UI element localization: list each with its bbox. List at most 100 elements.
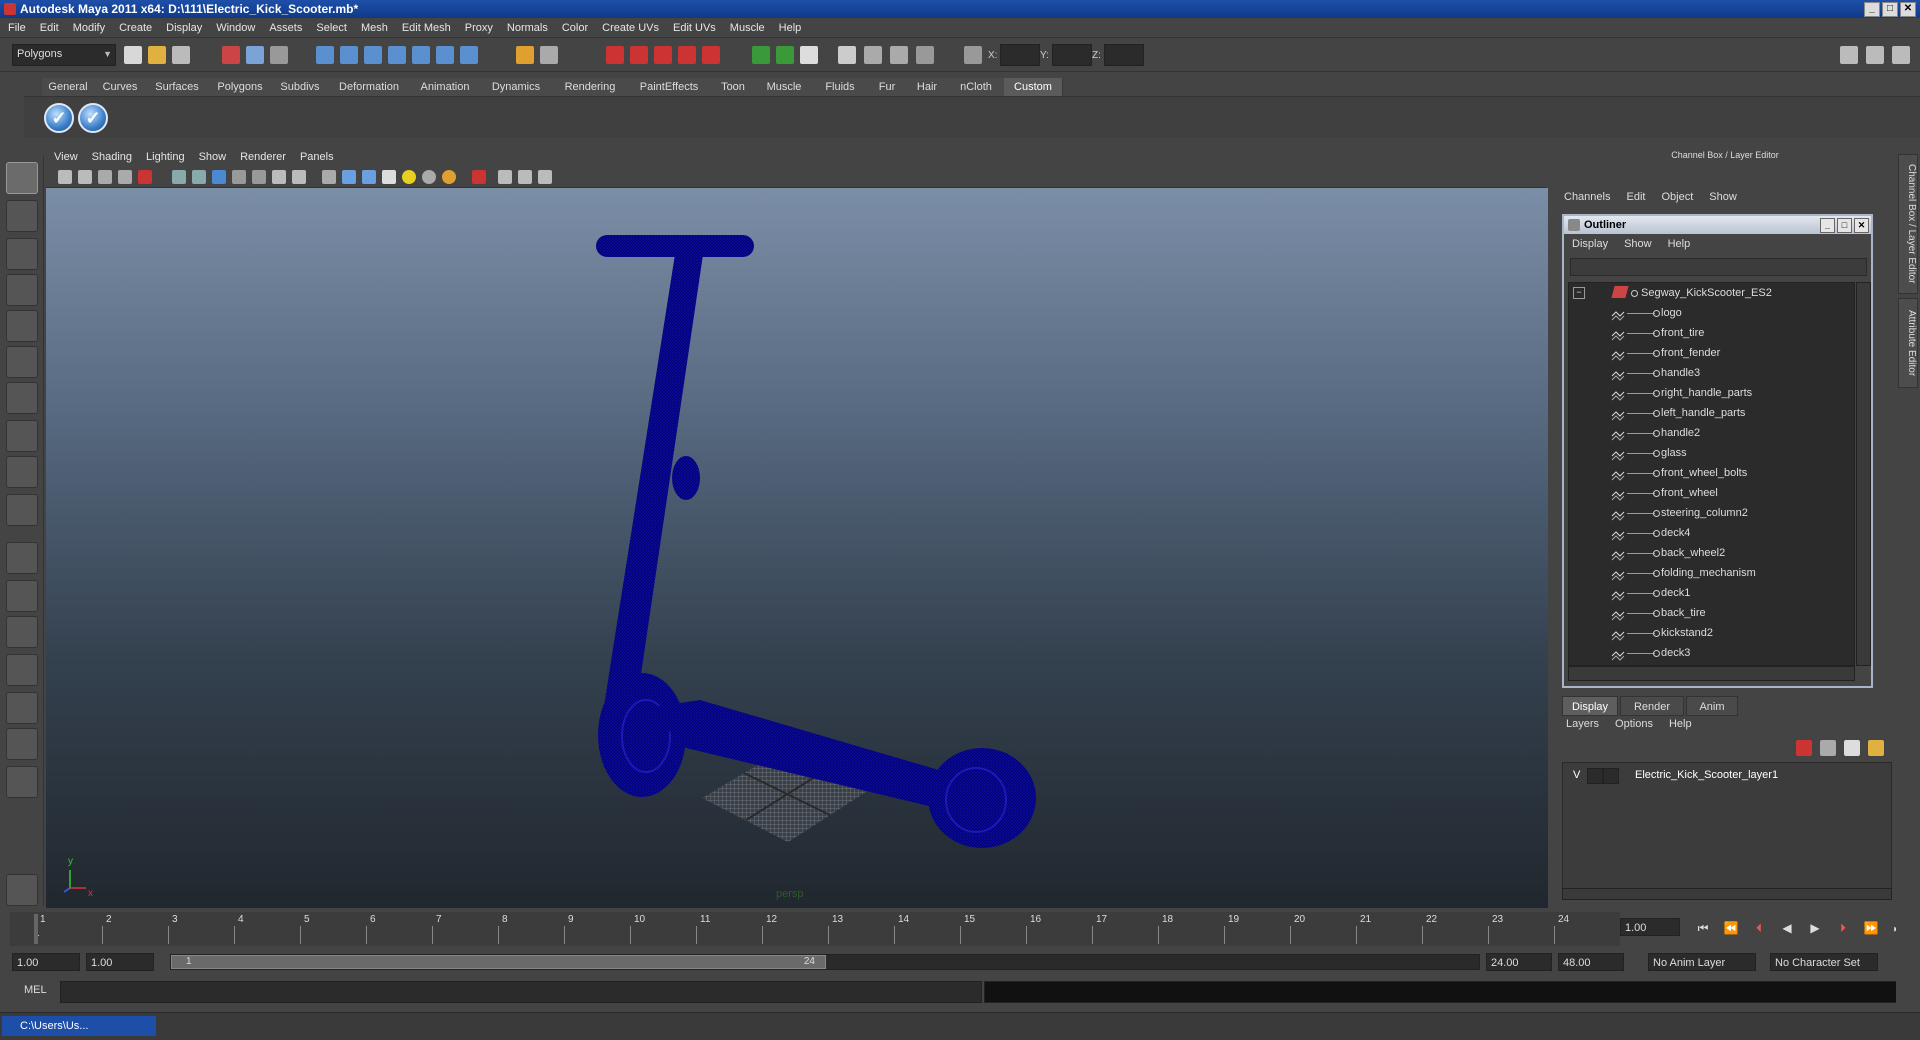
outliner-item[interactable]: steering_column2: [1569, 503, 1854, 523]
minimize-icon[interactable]: _: [1864, 2, 1880, 17]
safe-title-icon[interactable]: [272, 170, 286, 184]
select-object-icon[interactable]: [246, 46, 264, 64]
time-cursor[interactable]: [34, 914, 38, 944]
rename-icon[interactable]: [776, 46, 794, 64]
soft-mod-tool-icon[interactable]: [6, 420, 38, 452]
toggle-outliner-icon[interactable]: [1866, 46, 1884, 64]
y-field[interactable]: [1052, 44, 1092, 66]
layer-options-icon[interactable]: [1844, 740, 1860, 756]
playback-end-field[interactable]: 24.00: [1486, 953, 1552, 971]
persp-graph-layout-icon[interactable]: [6, 654, 38, 686]
scooter-wireframe-model[interactable]: [46, 188, 1548, 908]
snap-view-icon[interactable]: [436, 46, 454, 64]
maximize-icon[interactable]: □: [1882, 2, 1898, 17]
maximize-icon[interactable]: □: [1837, 218, 1852, 233]
layer-row[interactable]: V Electric_Kick_Scooter_layer1: [1565, 765, 1885, 785]
select-component-icon[interactable]: [270, 46, 288, 64]
last-tool-icon[interactable]: [6, 494, 38, 526]
outliner-item[interactable]: front_wheel_bolts: [1569, 463, 1854, 483]
lasso-tool-icon[interactable]: [6, 200, 38, 232]
lock-icon[interactable]: [516, 46, 534, 64]
textured-icon[interactable]: [382, 170, 396, 184]
snap-grid-icon[interactable]: [316, 46, 334, 64]
render-icon[interactable]: [606, 46, 624, 64]
snap-live-icon[interactable]: [460, 46, 478, 64]
outliner-menu-help[interactable]: Help: [1668, 238, 1691, 250]
use-all-lights-icon[interactable]: [402, 170, 416, 184]
current-frame-field[interactable]: 1.00: [1620, 918, 1680, 936]
step-back-frame-icon[interactable]: ⏴: [1750, 920, 1768, 936]
layer-tab-display[interactable]: Display: [1562, 696, 1618, 716]
outliner-titlebar[interactable]: Outliner _ □ ✕: [1564, 216, 1871, 234]
menu-select[interactable]: Select: [316, 22, 347, 34]
shelf-tab-subdivs[interactable]: Subdivs: [272, 78, 329, 96]
viewport-menu-renderer[interactable]: Renderer: [240, 151, 286, 163]
open-scene-icon[interactable]: [148, 46, 166, 64]
hypershade-layout-icon[interactable]: [6, 692, 38, 724]
outliner-menu-show[interactable]: Show: [1624, 238, 1652, 250]
range-slider-thumb[interactable]: 1 24: [171, 955, 826, 969]
film-gate-icon[interactable]: [172, 170, 186, 184]
shelf-tab-ncloth[interactable]: nCloth: [948, 78, 1005, 96]
settings-icon[interactable]: [6, 874, 38, 906]
shelf-tab-painteffects[interactable]: PaintEffects: [628, 78, 711, 96]
outliner-item[interactable]: folding_mechanism: [1569, 563, 1854, 583]
move-tool-icon[interactable]: [6, 274, 38, 306]
outliner-item[interactable]: back_tire: [1569, 603, 1854, 623]
wireframe-on-shaded-icon[interactable]: [362, 170, 376, 184]
paint-select-tool-icon[interactable]: [6, 238, 38, 270]
time-slider[interactable]: 1 2 3 4 5 6 7 8 9 10 11 12 13 14 15 16 17 18 19 20 21 22 23 24 …: [10, 912, 1620, 946]
outliner-item[interactable]: handle3: [1569, 363, 1854, 383]
menu-edit[interactable]: Edit: [40, 22, 59, 34]
outliner-filter-field[interactable]: [1570, 258, 1867, 276]
check-icon[interactable]: ✓: [44, 103, 74, 133]
anim-layer-dropdown[interactable]: No Anim Layer: [1648, 953, 1756, 971]
outliner-menu-display[interactable]: Display: [1572, 238, 1608, 250]
menu-display[interactable]: Display: [166, 22, 202, 34]
gate-mask-icon[interactable]: [212, 170, 226, 184]
smooth-shade-icon[interactable]: [342, 170, 356, 184]
render-settings-icon[interactable]: [654, 46, 672, 64]
manipulator-tool-icon[interactable]: [6, 382, 38, 414]
playback-start-field[interactable]: 1.00: [86, 953, 154, 971]
outliner-item[interactable]: front_tire: [1569, 323, 1854, 343]
mode-dropdown[interactable]: Polygons ▼: [12, 44, 116, 66]
shelf-tab-dynamics[interactable]: Dynamics: [480, 78, 553, 96]
menu-create-uvs[interactable]: Create UVs: [602, 22, 659, 34]
shelf-tab-fur[interactable]: Fur: [868, 78, 907, 96]
outliner-hscroll[interactable]: [1568, 666, 1855, 681]
side-tab-channel-box[interactable]: Channel Box / Layer Editor: [1898, 154, 1918, 294]
outliner-item[interactable]: logo: [1569, 303, 1854, 323]
outliner-item[interactable]: handle2: [1569, 423, 1854, 443]
layer-color-swatch[interactable]: [1603, 768, 1619, 784]
layer-menu-help[interactable]: Help: [1669, 718, 1692, 730]
default-light-icon[interactable]: [442, 170, 456, 184]
select-hierarchy-icon[interactable]: [222, 46, 240, 64]
toggle-channelbox-icon[interactable]: [1892, 46, 1910, 64]
show-channel-box-icon[interactable]: [890, 46, 908, 64]
outliner-item[interactable]: front_wheel: [1569, 483, 1854, 503]
shelf-tab-fluids[interactable]: Fluids: [812, 78, 869, 96]
toggle-panel-icon[interactable]: [1840, 46, 1858, 64]
select-tool-icon[interactable]: [6, 162, 38, 194]
menu-normals[interactable]: Normals: [507, 22, 548, 34]
menu-color[interactable]: Color: [562, 22, 588, 34]
shadows-icon[interactable]: [422, 170, 436, 184]
check-icon[interactable]: ✓: [78, 103, 108, 133]
side-tab-attribute-editor[interactable]: Attribute Editor: [1898, 298, 1918, 388]
save-scene-icon[interactable]: [172, 46, 190, 64]
camera-attributes-icon[interactable]: [78, 170, 92, 184]
render-view-icon[interactable]: [702, 46, 720, 64]
channelbox-menu-show[interactable]: Show: [1709, 191, 1737, 203]
range-slider[interactable]: 1 24: [170, 954, 1480, 970]
play-backwards-icon[interactable]: ◀: [1778, 920, 1796, 936]
layer-hscroll[interactable]: [1562, 888, 1892, 900]
snap-curve-icon[interactable]: [340, 46, 358, 64]
menu-modify[interactable]: Modify: [73, 22, 105, 34]
layer-visibility-toggle[interactable]: V: [1573, 765, 1580, 785]
absolute-transform-icon[interactable]: [964, 46, 982, 64]
anim-start-field[interactable]: 1.00: [12, 953, 80, 971]
outliner-item[interactable]: kickstand2: [1569, 623, 1854, 643]
text-icon[interactable]: [292, 170, 306, 184]
viewport-menu-view[interactable]: View: [54, 151, 78, 163]
